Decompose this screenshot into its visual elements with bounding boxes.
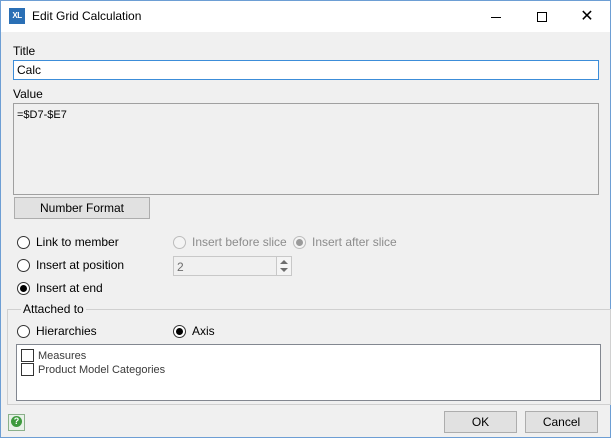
window-title: Edit Grid Calculation [32,9,142,23]
insert-at-end-option[interactable]: Insert at end [17,281,103,295]
insert-before-slice-option: Insert before slice [173,235,287,249]
insert-after-slice-option: Insert after slice [293,235,397,249]
insert-before-slice-label: Insert before slice [192,235,287,249]
insert-at-position-option[interactable]: Insert at position [17,258,124,272]
title-input[interactable] [13,60,599,80]
dialog-window: XL Edit Grid Calculation ✕ Title Value =… [0,0,611,438]
arrow-up-icon [280,260,288,264]
app-logo-icon: XL [9,8,25,24]
list-item-label: Measures [38,349,87,362]
help-icon[interactable] [8,414,25,431]
axis-option[interactable]: Axis [173,324,215,338]
attached-to-label: Attached to [21,302,86,316]
axis-radio[interactable] [173,324,186,338]
title-bar[interactable]: XL Edit Grid Calculation ✕ [1,1,610,32]
value-label: Value [13,87,43,101]
list-item[interactable]: Product Model Categories [21,363,165,376]
value-textarea[interactable]: =$D7-$E7 [13,103,599,195]
insert-after-slice-label: Insert after slice [312,235,397,249]
insert-before-slice-radio [173,235,186,249]
product-model-categories-checkbox[interactable] [21,363,34,376]
insert-at-position-radio[interactable] [17,258,30,272]
hierarchies-label: Hierarchies [36,324,97,338]
insert-at-end-label: Insert at end [36,281,103,295]
maximize-button[interactable] [519,1,565,32]
ok-button[interactable]: OK [444,411,517,433]
position-stepper: 2 [173,256,292,276]
list-item[interactable]: Measures [21,349,86,362]
insert-at-end-radio[interactable] [17,281,30,295]
position-stepper-buttons [276,257,291,275]
number-format-button[interactable]: Number Format [14,197,150,219]
position-value: 2 [177,260,184,274]
minimize-icon [491,16,501,18]
link-to-member-label: Link to member [36,235,119,249]
arrow-down-icon [280,268,288,272]
cancel-button[interactable]: Cancel [525,411,598,433]
hierarchy-list[interactable]: Measures Product Model Categories [16,344,601,401]
measures-checkbox[interactable] [21,349,34,362]
insert-after-slice-radio [293,235,306,249]
list-item-label: Product Model Categories [38,363,166,376]
value-text: =$D7-$E7 [17,109,67,121]
hierarchies-option[interactable]: Hierarchies [17,324,97,338]
close-button[interactable]: ✕ [564,1,610,32]
link-to-member-option[interactable]: Link to member [17,235,119,249]
close-icon: ✕ [580,8,594,25]
link-to-member-radio[interactable] [17,235,30,249]
insert-at-position-label: Insert at position [36,258,125,272]
maximize-icon [537,12,547,23]
hierarchies-radio[interactable] [17,324,30,338]
title-label: Title [13,44,36,58]
axis-label: Axis [192,324,215,338]
minimize-button[interactable] [473,1,519,32]
